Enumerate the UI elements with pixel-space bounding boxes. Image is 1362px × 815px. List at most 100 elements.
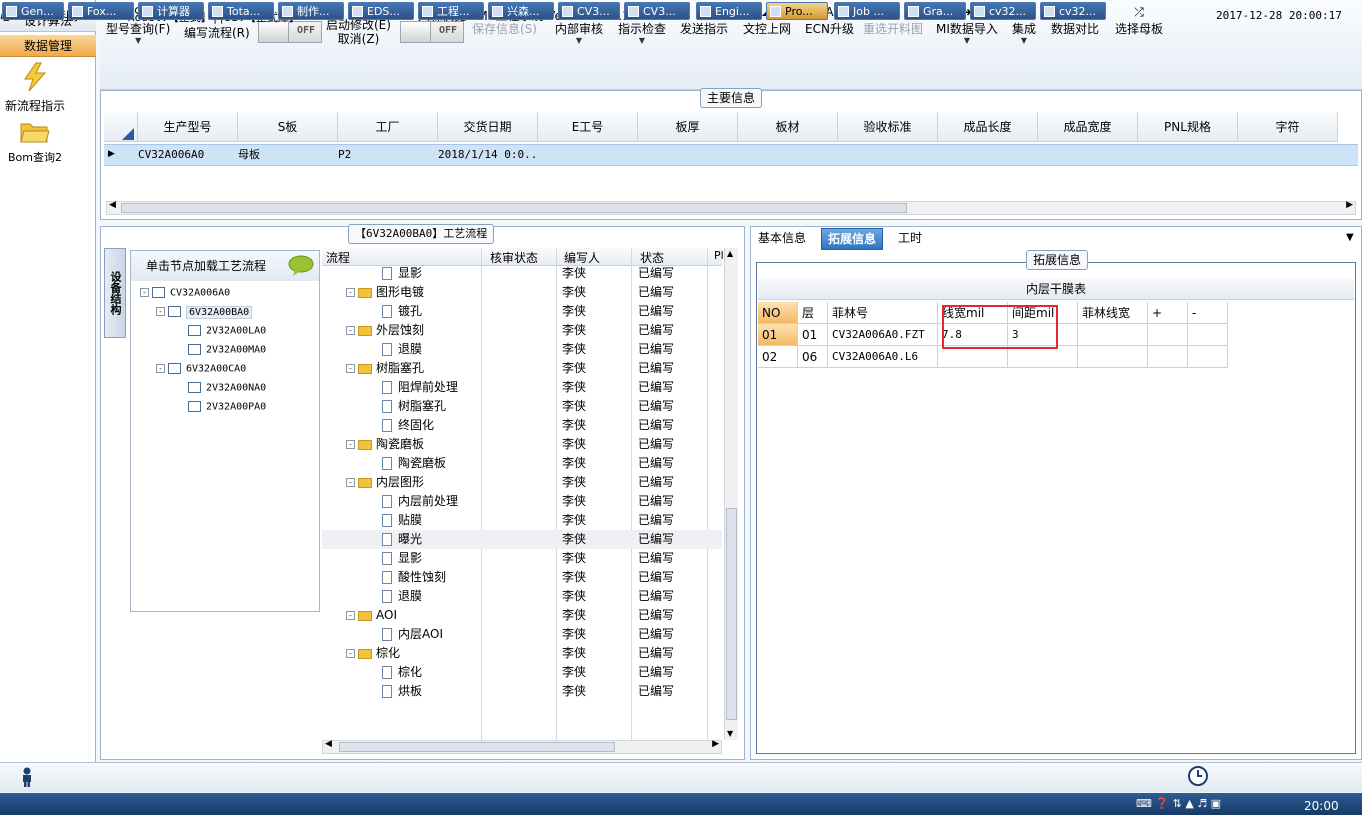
tree-node[interactable]: 2V32A00LA0	[188, 325, 266, 337]
taskbar-item[interactable]: cv32...	[970, 2, 1036, 20]
taskbar-item[interactable]: Engi...	[696, 2, 762, 20]
remove-column-header[interactable]: -	[1188, 302, 1228, 324]
taskbar-item[interactable]: 工程...	[418, 2, 484, 20]
list-item[interactable]: - 树脂塞孔 李侠 已编写	[322, 359, 722, 378]
list-item[interactable]: 酸性蚀刻 李侠 已编写	[322, 568, 722, 587]
keyboard-icon[interactable]: ⌨	[1136, 797, 1152, 810]
cell-spacing[interactable]	[1008, 346, 1078, 368]
cell-add[interactable]	[1148, 346, 1188, 368]
taskbar-item[interactable]: 制作...	[278, 2, 344, 20]
collapse-icon[interactable]: -	[156, 307, 165, 316]
collapse-icon[interactable]: -	[346, 478, 355, 487]
col-header[interactable]: 板材	[738, 112, 838, 142]
nav-bom-query-item[interactable]: Bom查询2	[0, 120, 70, 165]
tree-node[interactable]: 2V32A00PA0	[188, 401, 266, 413]
row-no[interactable]: 02	[758, 346, 798, 368]
nav-data-management[interactable]: 数据管理	[0, 35, 96, 57]
col-header[interactable]: E工号	[538, 112, 638, 142]
display-icon[interactable]: ▣	[1211, 797, 1221, 810]
row-no[interactable]: 01	[758, 324, 798, 346]
table-row[interactable]	[104, 144, 1358, 166]
cell-film[interactable]: CV32A006A0.FZT	[828, 324, 938, 346]
tree-node[interactable]: - CV32A006A0	[140, 287, 230, 299]
list-item[interactable]: 显影 李侠 已编写	[322, 549, 722, 568]
cell-film-line-width[interactable]	[1078, 346, 1148, 368]
list-item[interactable]: - AOI 李侠 已编写	[322, 606, 722, 625]
cell-layer[interactable]: 01	[798, 324, 828, 346]
taskbar-item[interactable]: Gen...	[2, 2, 64, 20]
collapse-icon[interactable]: -	[346, 288, 355, 297]
help-icon[interactable]: ❓	[1155, 797, 1169, 810]
taskbar-item[interactable]: CV3...	[624, 2, 690, 20]
tab-extended-info[interactable]: 拓展信息	[821, 228, 884, 250]
taskbar-item[interactable]: EDS...	[348, 2, 414, 20]
list-item[interactable]: 树脂塞孔 李侠 已编写	[322, 397, 722, 416]
list-item[interactable]: - 内层图形 李侠 已编写	[322, 473, 722, 492]
main-hscrollbar[interactable]: ◀ ▶	[106, 200, 1356, 215]
col-header[interactable]: 层	[798, 302, 828, 324]
cell-film-line-width[interactable]	[1078, 324, 1148, 346]
list-item[interactable]: 内层AOI 李侠 已编写	[322, 625, 722, 644]
list-item[interactable]: 内层前处理 李侠 已编写	[322, 492, 722, 511]
list-item[interactable]: 烘板 李侠 已编写	[322, 682, 722, 701]
list-item[interactable]: 阻焊前处理 李侠 已编写	[322, 378, 722, 397]
scroll-left-icon[interactable]: ◀	[109, 200, 116, 210]
scroll-right-icon[interactable]: ▶	[712, 739, 719, 749]
col-header[interactable]: 字符	[1238, 112, 1338, 142]
edit-toggle[interactable]: OFF	[400, 21, 464, 43]
list-item[interactable]: 棕化 李侠 已编写	[322, 663, 722, 682]
cell-remove[interactable]	[1188, 324, 1228, 346]
taskbar-item[interactable]: Fox...	[68, 2, 134, 20]
select-mother-board-button[interactable]: ⤮ 选择母板	[1115, 4, 1163, 37]
cell-layer[interactable]: 06	[798, 346, 828, 368]
process-hscrollbar[interactable]: ◀ ▶	[322, 739, 722, 754]
list-item[interactable]: - 图形电镀 李侠 已编写	[322, 283, 722, 302]
col-header[interactable]: 生产型号	[138, 112, 238, 142]
cell-add[interactable]	[1148, 324, 1188, 346]
collapse-icon[interactable]: -	[140, 288, 149, 297]
list-item[interactable]: 退膜 李侠 已编写	[322, 340, 722, 359]
process-vscrollbar[interactable]: ▲ ▼	[724, 248, 738, 740]
col-header[interactable]: Pl	[714, 249, 724, 262]
list-item[interactable]: - 棕化 李侠 已编写	[322, 644, 722, 663]
collapse-icon[interactable]: -	[346, 649, 355, 658]
taskbar-item-active[interactable]: Pro...	[766, 2, 828, 20]
tree-node[interactable]: - 6V32A00CA0	[156, 363, 246, 375]
tab-work-hours[interactable]: 工时	[892, 228, 928, 250]
list-item[interactable]: 陶瓷磨板 李侠 已编写	[322, 454, 722, 473]
taskbar-item[interactable]: Job ...	[834, 2, 900, 20]
cell-film[interactable]: CV32A006A0.L6	[828, 346, 938, 368]
taskbar-item[interactable]: Gra...	[904, 2, 966, 20]
collapse-icon[interactable]: -	[346, 326, 355, 335]
list-item-selected[interactable]: 曝光 李侠 已编写	[322, 530, 722, 549]
list-item[interactable]: 镀孔 李侠 已编写	[322, 302, 722, 321]
collapse-icon[interactable]: -	[346, 440, 355, 449]
col-header[interactable]: NO	[758, 302, 798, 324]
scroll-left-icon[interactable]: ◀	[325, 739, 332, 749]
tree-node[interactable]: 2V32A00NA0	[188, 382, 266, 394]
list-item[interactable]: 显影 李侠 已编写	[322, 264, 722, 283]
tab-equipment-structure[interactable]: 设备结构	[104, 248, 126, 338]
list-item[interactable]: - 陶瓷磨板 李侠 已编写	[322, 435, 722, 454]
tree-node[interactable]: - 6V32A00BA0	[156, 305, 253, 319]
taskbar-item[interactable]: CV3...	[558, 2, 620, 20]
col-header[interactable]: S板	[238, 112, 338, 142]
tab-basic-info[interactable]: 基本信息	[752, 228, 812, 250]
list-item[interactable]: 终固化 李侠 已编写	[322, 416, 722, 435]
nav-new-flow-item[interactable]: 新流程指示	[0, 62, 70, 114]
network-icon[interactable]: ⇅	[1173, 797, 1182, 810]
taskbar-item[interactable]: Tota...	[208, 2, 274, 20]
col-header[interactable]: PNL规格	[1138, 112, 1238, 142]
col-header[interactable]: 交货日期	[438, 112, 538, 142]
collapse-icon[interactable]: -	[346, 364, 355, 373]
add-column-header[interactable]: +	[1148, 302, 1188, 324]
scroll-right-icon[interactable]: ▶	[1346, 200, 1353, 210]
list-item[interactable]: 贴膜 李侠 已编写	[322, 511, 722, 530]
taskbar-clock[interactable]: 20:00	[1304, 799, 1339, 813]
arrow-up-icon[interactable]: ▲	[1185, 797, 1193, 810]
taskbar-item[interactable]: 兴森...	[488, 2, 554, 20]
col-header[interactable]: 成品宽度	[1038, 112, 1138, 142]
scroll-thumb[interactable]	[121, 203, 907, 213]
scroll-down-icon[interactable]: ▼	[727, 729, 733, 738]
taskbar-item[interactable]: 计算器	[138, 2, 204, 20]
